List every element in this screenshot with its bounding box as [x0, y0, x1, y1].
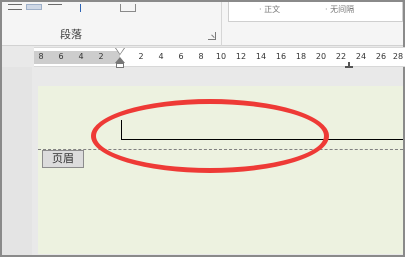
ruler-tick: 6	[178, 52, 184, 61]
ruler-tick: 12	[235, 52, 247, 61]
indent-marker-icon[interactable]	[115, 57, 125, 68]
ruler-tick: 6	[58, 52, 64, 61]
paragraph-group: 段落	[2, 2, 222, 46]
ruler-tick: 14	[255, 52, 267, 61]
ruler-tick: 2	[138, 52, 144, 61]
ruler-tick: 8	[38, 52, 44, 61]
ruler-tick: 4	[158, 52, 164, 61]
list-icon[interactable]	[48, 4, 62, 10]
ruler-tick: 20	[315, 52, 327, 61]
ruler-tick: 2	[98, 52, 104, 61]
ruler-tick: 24	[355, 52, 367, 61]
annotation-ellipse	[91, 99, 329, 173]
ruler-tick: 8	[198, 52, 204, 61]
ruler-tick: 28	[392, 52, 404, 61]
line-spacing-icon[interactable]	[8, 4, 22, 10]
header-label-tag[interactable]: 页眉	[42, 150, 84, 168]
first-line-indent-fill	[116, 48, 124, 54]
dialog-launcher-icon[interactable]	[208, 32, 216, 40]
ribbon: 段落 · 正文 · 无间隔	[2, 2, 403, 46]
ruler-tick: 10	[215, 52, 227, 61]
horizontal-ruler[interactable]: 8 6 4 2 2 4 6 8 10 12 14 16 18 20 22 24 …	[34, 47, 405, 68]
sort-icon[interactable]	[80, 4, 90, 12]
vertical-ruler	[2, 67, 32, 255]
tab-stop-icon[interactable]	[345, 62, 353, 68]
border-icon[interactable]	[120, 4, 136, 12]
ruler-tick: 4	[78, 52, 84, 61]
ruler-tick: 22	[335, 52, 347, 61]
paragraph-group-label: 段落	[60, 28, 82, 41]
style-normal[interactable]: · 正文	[259, 4, 280, 15]
ruler-tick: 18	[295, 52, 307, 61]
styles-gallery[interactable]: · 正文 · 无间隔	[228, 2, 403, 22]
style-no-spacing[interactable]: · 无间隔	[325, 4, 354, 15]
align-icon[interactable]	[26, 4, 42, 10]
ruler-tick: 16	[275, 52, 287, 61]
ruler-tick: 26	[375, 52, 387, 61]
